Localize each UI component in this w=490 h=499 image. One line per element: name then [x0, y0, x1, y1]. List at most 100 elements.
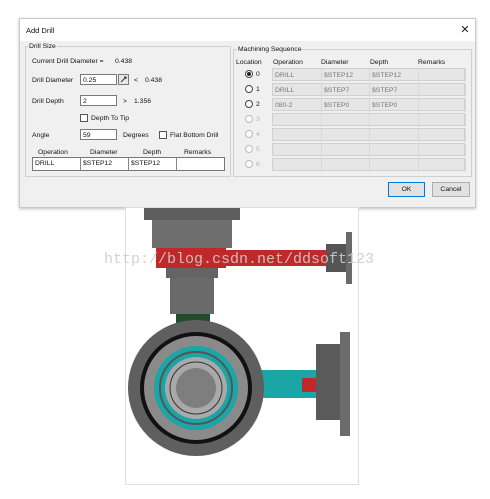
bore-core	[176, 368, 216, 408]
sequence-remarks-cell	[419, 84, 466, 97]
add-drill-dialog: Add Drill ✕ Drill Size Current Drill Dia…	[19, 18, 476, 208]
title-bar: Add Drill ✕	[20, 19, 475, 41]
sequence-remarks-cell	[419, 144, 466, 157]
sequence-diameter-cell	[322, 129, 370, 142]
cancel-button[interactable]: Cancel	[432, 182, 470, 197]
table-header-remarks: Remarks	[184, 149, 212, 156]
sequence-operation-cell: DRILL	[273, 84, 322, 97]
sequence-row-5	[272, 143, 466, 157]
watermark-text: http://blog.csdn.net/ddsoft123	[104, 251, 375, 268]
sequence-remarks-cell	[419, 99, 466, 112]
seq-header-remarks: Remarks	[418, 59, 446, 66]
location-label-5: 5	[256, 146, 260, 153]
right-housing	[316, 344, 342, 420]
sequence-depth-cell	[370, 114, 419, 127]
drill-depth-label: Drill Depth	[32, 98, 64, 105]
sequence-depth-cell: $STEP7	[370, 84, 419, 97]
angle-input[interactable]: 59	[80, 129, 117, 140]
diameter-cell[interactable]: $STEP12	[81, 158, 129, 170]
current-diameter-label: Current Drill Diameter =	[32, 58, 104, 65]
sequence-remarks-cell	[419, 159, 466, 172]
location-radio-6	[245, 160, 253, 168]
neck-body	[170, 278, 214, 314]
depth-reference-value: 1.356	[134, 98, 152, 105]
sequence-row-6	[272, 158, 466, 172]
sequence-depth-cell: $STEP0	[370, 99, 419, 112]
flat-bottom-checkbox[interactable]	[159, 131, 167, 139]
seq-header-location: Location	[236, 59, 262, 66]
sequence-depth-cell	[370, 159, 419, 172]
sequence-diameter-cell	[322, 144, 370, 157]
sequence-row-2[interactable]: 080-2 $STEP0 $STEP0	[272, 98, 466, 112]
radio-selected-dot	[247, 72, 251, 76]
depth-to-tip-label: Depth To Tip	[91, 115, 130, 122]
neck-upper	[166, 268, 218, 278]
location-radio-1[interactable]	[245, 85, 253, 93]
diameter-compare-symbol: <	[134, 77, 138, 84]
drill-diameter-input[interactable]: 0.25	[80, 74, 117, 85]
sequence-row-4	[272, 128, 466, 142]
sequence-diameter-cell	[322, 159, 370, 172]
sequence-depth-cell	[370, 144, 419, 157]
location-radio-3	[245, 115, 253, 123]
sequence-depth-cell: $STEP12	[370, 69, 419, 82]
seq-header-depth: Depth	[370, 59, 389, 66]
ok-button[interactable]: OK	[388, 182, 425, 197]
sequence-diameter-cell: $STEP7	[322, 84, 370, 97]
sequence-operation-cell: DRILL	[273, 69, 322, 82]
table-header-operation: Operation	[38, 149, 68, 156]
sequence-operation-cell: 080-2	[273, 99, 322, 112]
location-label-0: 0	[256, 71, 260, 78]
drill-depth-input[interactable]: 2	[80, 95, 117, 106]
sequence-row-3	[272, 113, 466, 127]
part-model-drawing	[128, 208, 352, 456]
location-radio-5	[245, 145, 253, 153]
sequence-row-1[interactable]: DRILL $STEP7 $STEP7	[272, 83, 466, 97]
upper-body	[152, 220, 232, 248]
top-flange	[144, 208, 240, 220]
sequence-operation-cell	[273, 129, 322, 142]
depth-compare-symbol: >	[123, 98, 127, 105]
location-radio-0[interactable]	[245, 70, 253, 78]
drill-size-legend: Drill Size	[28, 43, 57, 50]
cad-viewport[interactable]	[125, 207, 359, 485]
degrees-label: Degrees	[123, 132, 149, 139]
sequence-depth-cell	[370, 129, 419, 142]
location-radio-2[interactable]	[245, 100, 253, 108]
dialog-title: Add Drill	[26, 26, 55, 35]
sequence-operation-cell	[273, 114, 322, 127]
depth-to-tip-checkbox[interactable]	[80, 114, 88, 122]
table-header-diameter: Diameter	[90, 149, 118, 156]
seq-header-diameter: Diameter	[321, 59, 349, 66]
location-label-4: 4	[256, 131, 260, 138]
seq-header-operation: Operation	[273, 59, 303, 66]
location-radio-4	[245, 130, 253, 138]
sequence-diameter-cell	[322, 114, 370, 127]
current-diameter-value: 0.438	[115, 58, 133, 65]
sequence-diameter-cell: $STEP0	[322, 99, 370, 112]
angle-label: Angle	[32, 132, 50, 139]
location-label-3: 3	[256, 116, 260, 123]
sequence-remarks-cell	[419, 129, 466, 142]
drill-operation-row[interactable]: DRILL $STEP12 $STEP12	[32, 157, 225, 171]
location-label-1: 1	[256, 86, 260, 93]
operation-cell[interactable]: DRILL	[33, 158, 81, 170]
diameter-reference-value: 0.438	[145, 77, 163, 84]
pick-diameter-button[interactable]	[118, 74, 129, 85]
sequence-operation-cell	[273, 159, 322, 172]
drill-diameter-label: Drill Diameter	[32, 77, 74, 84]
close-icon[interactable]: ✕	[458, 23, 472, 37]
right-housing-flange	[340, 332, 350, 436]
table-header-depth: Depth	[143, 149, 162, 156]
pick-icon	[120, 76, 127, 83]
sequence-diameter-cell: $STEP12	[322, 69, 370, 82]
sequence-row-0[interactable]: DRILL $STEP12 $STEP12	[272, 68, 466, 82]
remarks-cell[interactable]	[177, 158, 224, 170]
machining-sequence-legend: Machining Sequence	[237, 46, 303, 53]
sequence-remarks-cell	[419, 114, 466, 127]
sequence-operation-cell	[273, 144, 322, 157]
location-label-2: 2	[256, 101, 260, 108]
flat-bottom-label: Flat Bottom Drill	[170, 132, 219, 139]
depth-cell[interactable]: $STEP12	[129, 158, 177, 170]
sequence-remarks-cell	[419, 69, 466, 82]
